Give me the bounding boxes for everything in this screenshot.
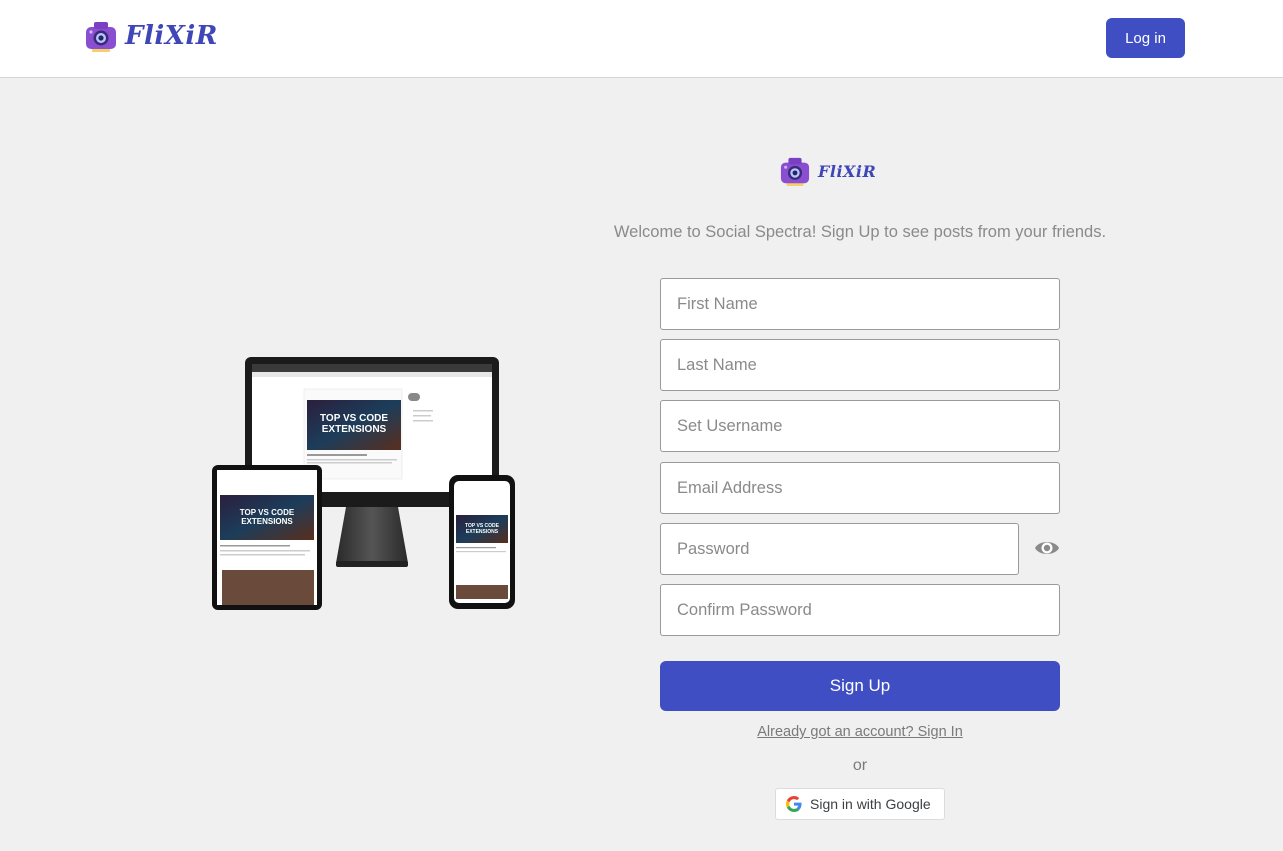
center-brand-name: FliXiR [818, 161, 877, 181]
or-divider: or [852, 757, 868, 774]
brand-name: FliXiR [125, 21, 218, 51]
camera-logo-icon [86, 22, 116, 52]
monitor-headline-2: EXTENSIONS [322, 424, 387, 435]
confirm-password-field[interactable] [660, 584, 1060, 636]
password-field[interactable] [660, 523, 1019, 575]
google-signin-label: Sign in with Google [810, 796, 931, 812]
brand-logo[interactable]: FliXiR [85, 19, 218, 53]
eye-icon[interactable] [1034, 536, 1060, 560]
google-signin-button[interactable]: Sign in with Google [775, 788, 945, 820]
login-button[interactable]: Log in [1106, 18, 1185, 58]
phone-headline-2: EXTENSIONS [466, 529, 499, 535]
google-g-icon [786, 796, 802, 812]
top-navbar: FliXiR Log in [0, 0, 1283, 78]
welcome-message: Welcome to Social Spectra! Sign Up to se… [613, 223, 1107, 241]
monitor-headline-1: TOP VS CODE [320, 413, 388, 424]
tablet-headline-1: TOP VS CODE [240, 508, 295, 517]
center-logo: FliXiR [780, 155, 876, 187]
first-name-field[interactable] [660, 278, 1060, 330]
username-field[interactable] [660, 400, 1060, 452]
email-field[interactable] [660, 462, 1060, 514]
signin-link[interactable]: Already got an account? Sign In [660, 724, 1060, 740]
signup-button[interactable]: Sign Up [660, 661, 1060, 711]
tablet-headline-2: EXTENSIONS [241, 517, 293, 526]
last-name-field[interactable] [660, 339, 1060, 391]
devices-mockup-image: TOP VS CODE EXTENSIONS TOP VS CODE EXTEN… [208, 355, 523, 615]
camera-logo-icon [780, 157, 810, 186]
